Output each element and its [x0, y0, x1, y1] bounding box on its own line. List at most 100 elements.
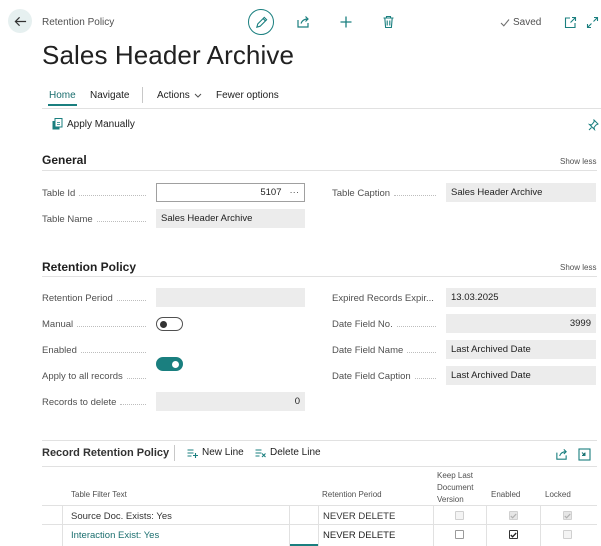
table-name-label: Table Name: [42, 210, 152, 228]
delete-line-button[interactable]: Delete Line: [255, 447, 321, 458]
general-show-less[interactable]: Show less: [560, 157, 596, 166]
manual-toggle[interactable]: [156, 317, 183, 331]
open-new-window-button[interactable]: [561, 13, 579, 31]
records-to-delete-label: Records to delete: [42, 393, 152, 411]
new-line-icon: [187, 448, 198, 458]
edit-button[interactable]: [248, 9, 274, 35]
subpage-title[interactable]: Record Retention Policy: [42, 447, 169, 459]
column-header-keep-last[interactable]: Keep Last Document Version: [437, 470, 473, 506]
subpage-expand-button[interactable]: [575, 445, 593, 463]
action-bar-divider: [42, 108, 601, 109]
table-row-divider: [42, 524, 597, 525]
pin-button[interactable]: [586, 116, 600, 134]
subpage-separator: [174, 445, 175, 461]
tab-actions[interactable]: Actions: [157, 90, 202, 101]
table-caption-field: Sales Header Archive: [446, 183, 596, 202]
date-field-no-label: Date Field No.: [332, 315, 442, 333]
retention-period-label: Retention Period: [42, 289, 152, 307]
delete-line-label: Delete Line: [270, 447, 321, 458]
records-to-delete-field: 0: [156, 392, 305, 411]
column-header-locked[interactable]: Locked: [545, 490, 571, 499]
saved-status: Saved: [500, 17, 541, 28]
date-field-name-field: Last Archived Date: [446, 340, 596, 359]
date-field-name-label: Date Field Name: [332, 341, 442, 359]
column-divider: [62, 505, 63, 546]
enabled-label: Enabled: [42, 341, 152, 359]
apply-manually-label: Apply Manually: [67, 118, 135, 130]
subpage-share-button[interactable]: [552, 445, 570, 463]
manual-label: Manual: [42, 315, 152, 333]
breadcrumb: Retention Policy: [42, 17, 115, 28]
table-header-divider: [42, 505, 597, 506]
toggle-knob: [160, 320, 167, 328]
column-header-enabled[interactable]: Enabled: [491, 490, 520, 499]
row-2-enabled-checkbox[interactable]: [509, 530, 518, 539]
retention-section-divider: [42, 276, 597, 277]
retention-section-title[interactable]: Retention Policy: [42, 260, 136, 274]
new-line-label: New Line: [202, 447, 244, 458]
subpage-header-divider: [42, 466, 597, 467]
row-1-filter[interactable]: Source Doc. Exists: Yes: [71, 511, 172, 522]
tab-actions-label: Actions: [157, 90, 190, 101]
apply-all-records-label: Apply to all records: [42, 367, 152, 385]
expired-records-field: 13.03.2025: [446, 288, 596, 307]
general-section-divider: [42, 170, 597, 171]
row-1-locked-checkbox: [563, 511, 572, 520]
enabled-toggle[interactable]: [156, 357, 183, 371]
row-1-period[interactable]: NEVER DELETE: [323, 511, 395, 522]
table-id-field[interactable]: 5107 ···: [156, 183, 305, 202]
pencil-icon: [255, 16, 268, 29]
date-field-caption-label: Date Field Caption: [332, 367, 442, 385]
table-id-value: 5107: [260, 187, 282, 198]
back-button[interactable]: [8, 9, 32, 33]
delete-button[interactable]: [379, 13, 397, 31]
share-icon: [555, 448, 568, 461]
column-header-filter[interactable]: Table Filter Text: [71, 490, 127, 499]
retention-period-field[interactable]: [156, 288, 305, 307]
row-1-keep-last-checkbox: [455, 511, 464, 520]
table-id-label: Table Id: [42, 184, 152, 202]
table-caption-label: Table Caption: [332, 184, 442, 202]
date-field-no-field: 3999: [446, 314, 596, 333]
table-name-field: Sales Header Archive: [156, 209, 305, 228]
saved-label: Saved: [513, 17, 542, 28]
general-section-title[interactable]: General: [42, 153, 87, 167]
expand-view-icon: [577, 447, 591, 461]
column-divider: [289, 505, 290, 546]
subpage-top-divider: [42, 440, 597, 441]
active-tab-indicator: [48, 104, 77, 106]
expand-icon: [586, 16, 599, 29]
column-header-period[interactable]: Retention Period: [322, 490, 382, 499]
chevron-down-icon: [194, 93, 202, 98]
keep-last-line-1: Keep Last: [437, 471, 474, 480]
open-new-window-icon: [564, 16, 577, 29]
expand-button[interactable]: [583, 13, 601, 31]
apply-manually-icon: [52, 118, 63, 130]
row-2-filter[interactable]: Interaction Exist: Yes: [71, 530, 159, 541]
checkmark-icon: [500, 18, 510, 27]
tab-navigate[interactable]: Navigate: [90, 90, 129, 101]
new-line-button[interactable]: New Line: [187, 447, 244, 458]
row-2-locked-checkbox: [563, 530, 572, 539]
action-separator: [142, 87, 143, 103]
plus-icon: [339, 15, 353, 29]
page-title: Sales Header Archive: [42, 40, 295, 70]
column-divider: [433, 505, 434, 546]
tab-home[interactable]: Home: [49, 90, 76, 101]
fewer-options-button[interactable]: Fewer options: [216, 90, 279, 101]
pin-icon: [587, 119, 599, 131]
column-divider: [486, 505, 487, 546]
lookup-ellipsis-icon[interactable]: ···: [290, 187, 300, 198]
apply-manually-button[interactable]: Apply Manually: [52, 118, 135, 130]
trash-icon: [382, 15, 395, 29]
row-2-keep-last-checkbox[interactable]: [455, 530, 464, 539]
delete-line-icon: [255, 448, 266, 458]
new-button[interactable]: [337, 13, 355, 31]
expired-records-label: Expired Records Expir...: [332, 292, 434, 304]
date-field-caption-field: Last Archived Date: [446, 366, 596, 385]
keep-last-line-2: Document: [437, 483, 474, 492]
row-2-period[interactable]: NEVER DELETE: [323, 530, 395, 541]
column-divider: [318, 505, 319, 546]
retention-show-less[interactable]: Show less: [560, 263, 596, 272]
share-button[interactable]: [294, 13, 312, 31]
